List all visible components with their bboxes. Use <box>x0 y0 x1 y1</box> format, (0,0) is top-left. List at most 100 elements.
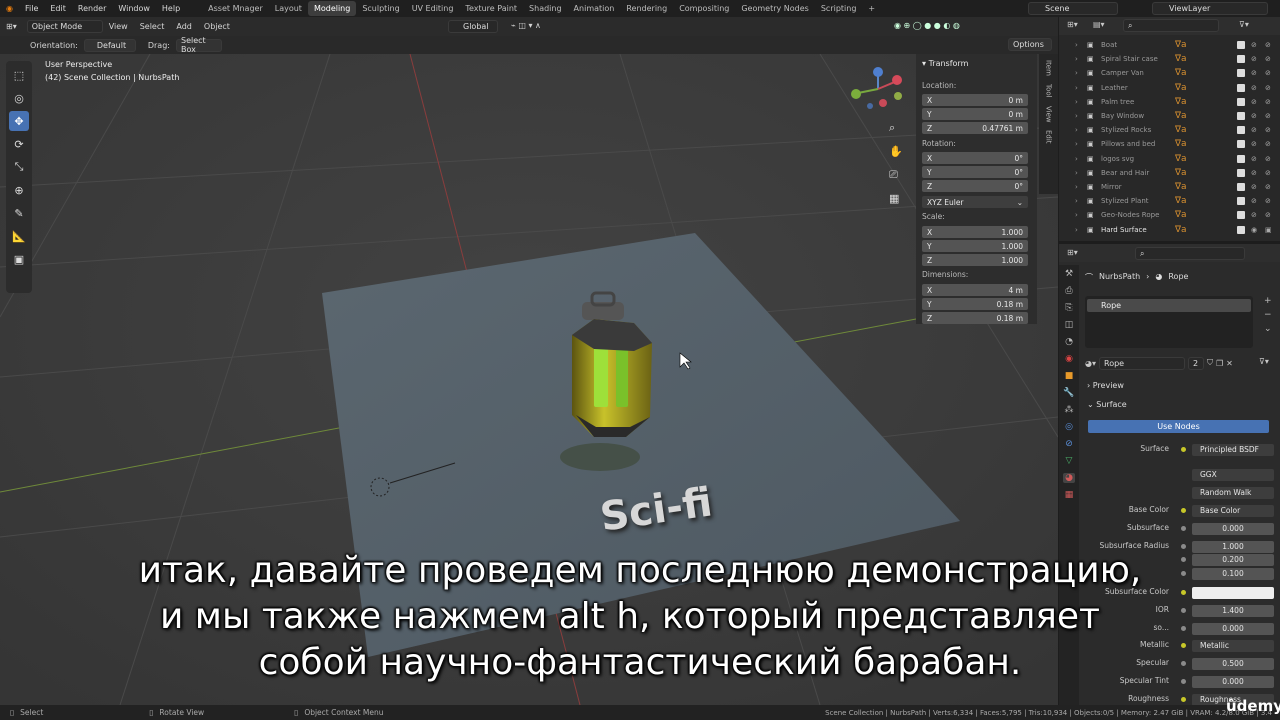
disable-render-icon[interactable]: ⊘ <box>1265 126 1271 134</box>
tab-layout[interactable]: Layout <box>269 1 308 16</box>
dimensions-y-field[interactable]: Y 0.18 m <box>922 298 1028 310</box>
add-slot-icon[interactable]: + <box>1264 296 1272 306</box>
hide-in-viewport-icon[interactable]: ⊘ <box>1251 169 1257 177</box>
measure-tool-icon[interactable]: 📐 <box>9 226 29 246</box>
zoom-icon[interactable]: ⌕ <box>889 121 905 135</box>
disable-render-icon[interactable]: ▣ <box>1265 226 1272 234</box>
expand-arrow-icon[interactable]: › <box>1075 41 1078 49</box>
tab-scripting[interactable]: Scripting <box>815 1 863 16</box>
disable-render-icon[interactable]: ⊘ <box>1265 98 1271 106</box>
tab-tool[interactable]: Tool <box>1045 84 1053 98</box>
close-icon[interactable]: ✕ <box>1226 359 1233 368</box>
add-cube-tool-icon[interactable]: ▣ <box>9 249 29 269</box>
disable-render-icon[interactable]: ⊘ <box>1265 69 1271 77</box>
tab-asset-manager[interactable]: Asset Mnager <box>202 1 269 16</box>
add-workspace-icon[interactable]: + <box>862 1 881 16</box>
expand-arrow-icon[interactable]: › <box>1075 197 1078 205</box>
exclude-checkbox[interactable] <box>1237 41 1245 49</box>
expand-arrow-icon[interactable]: › <box>1075 112 1078 120</box>
location-y-field[interactable]: Y0 m <box>922 108 1028 120</box>
options-button[interactable]: Options <box>1008 38 1052 51</box>
expand-arrow-icon[interactable]: › <box>1075 84 1078 92</box>
menu-edit[interactable]: Edit <box>44 4 72 13</box>
cursor-tool-icon[interactable]: ◎ <box>9 88 29 108</box>
hide-in-viewport-icon[interactable]: ⊘ <box>1251 55 1257 63</box>
remove-slot-icon[interactable]: − <box>1264 310 1272 320</box>
rotation-mode-selector[interactable]: XYZ Euler ⌄ <box>922 196 1028 208</box>
disable-render-icon[interactable]: ⊘ <box>1265 211 1271 219</box>
select-box-tool-icon[interactable]: ⬚ <box>9 65 29 85</box>
hide-in-viewport-icon[interactable]: ⊘ <box>1251 155 1257 163</box>
properties-editor-icon[interactable]: ⊞▾ <box>1067 248 1078 257</box>
exclude-checkbox[interactable] <box>1237 197 1245 206</box>
material-tab-icon[interactable]: ◕ <box>1063 473 1075 483</box>
tab-edit[interactable]: Edit <box>1045 130 1053 144</box>
outliner-row[interactable]: › ▣ Pillows and bed ∇a ⊘ ⊘ <box>1059 137 1280 151</box>
output-tab-icon[interactable]: ⎘ <box>1065 303 1072 313</box>
mode-selector[interactable]: Object Mode <box>26 20 103 33</box>
exclude-checkbox[interactable] <box>1237 211 1245 220</box>
expand-arrow-icon[interactable]: › <box>1075 155 1078 163</box>
tab-item[interactable]: Item <box>1045 60 1053 76</box>
tab-animation[interactable]: Animation <box>568 1 621 16</box>
location-x-field[interactable]: X0 m <box>922 94 1028 106</box>
transform-tool-icon[interactable]: ⊕ <box>9 180 29 200</box>
camera-icon[interactable]: ⎚ <box>889 168 905 182</box>
tab-uv-editing[interactable]: UV Editing <box>406 1 460 16</box>
outliner-row[interactable]: › ▣ Mirror ∇a ⊘ ⊘ <box>1059 180 1280 194</box>
scale-z-field[interactable]: Z 1.000 <box>922 254 1028 266</box>
snap-icon[interactable]: ⌁ ◫ ▾ ∧ <box>505 21 547 30</box>
outliner-row[interactable]: › ▣ Stylized Rocks ∇a ⊘ ⊘ <box>1059 123 1280 137</box>
exclude-checkbox[interactable] <box>1237 97 1245 106</box>
property-link-field[interactable]: Principled BSDF <box>1192 444 1274 456</box>
outliner-row[interactable]: › ▣ Boat ∇a ⊘ ⊘ <box>1059 38 1280 52</box>
hide-in-viewport-icon[interactable]: ⊘ <box>1251 41 1257 49</box>
material-browse-icon[interactable]: ◕▾ <box>1085 359 1096 368</box>
rotate-tool-icon[interactable]: ⟳ <box>9 134 29 154</box>
disable-render-icon[interactable]: ⊘ <box>1265 84 1271 92</box>
chevron-down-icon[interactable]: ⌄ <box>1264 324 1272 334</box>
object-tab-icon[interactable]: ■ <box>1065 371 1074 381</box>
tab-compositing[interactable]: Compositing <box>673 1 735 16</box>
disable-render-icon[interactable]: ⊘ <box>1265 112 1271 120</box>
view-layer-tab-icon[interactable]: ◫ <box>1065 320 1074 330</box>
hide-in-viewport-icon[interactable]: ⊘ <box>1251 211 1257 219</box>
exclude-checkbox[interactable] <box>1237 168 1245 177</box>
pan-hand-icon[interactable]: ✋ <box>889 145 905 158</box>
exclude-checkbox[interactable] <box>1237 112 1245 120</box>
grid-view-icon[interactable]: ▦ <box>889 192 905 205</box>
socket-dot-icon[interactable] <box>1181 526 1186 531</box>
physics-tab-icon[interactable]: ◎ <box>1065 422 1073 432</box>
scale-tool-icon[interactable]: ⤡ <box>9 157 29 177</box>
menu-view[interactable]: View <box>103 22 134 31</box>
tool-tab-icon[interactable]: ⚒ <box>1065 269 1073 279</box>
scale-x-field[interactable]: X 1.000 <box>922 226 1028 238</box>
expand-arrow-icon[interactable]: › <box>1075 226 1078 234</box>
exclude-checkbox[interactable] <box>1237 183 1245 191</box>
socket-dot-icon[interactable] <box>1181 697 1186 702</box>
disable-render-icon[interactable]: ⊘ <box>1265 169 1271 177</box>
data-tab-icon[interactable]: ▽ <box>1066 456 1073 466</box>
rotation-z-field[interactable]: Z 0° <box>922 180 1028 192</box>
rotation-x-field[interactable]: X 0° <box>922 152 1028 164</box>
hide-in-viewport-icon[interactable]: ⊘ <box>1251 112 1257 120</box>
hide-in-viewport-icon[interactable]: ⊘ <box>1251 98 1257 106</box>
dimensions-x-field[interactable]: X4 m <box>922 284 1028 296</box>
hide-in-viewport-icon[interactable]: ◉ <box>1251 226 1257 234</box>
view-layer-selector[interactable]: ViewLayer <box>1152 2 1268 15</box>
expand-arrow-icon[interactable]: › <box>1075 183 1078 191</box>
tab-texture-paint[interactable]: Texture Paint <box>459 1 523 16</box>
exclude-checkbox[interactable] <box>1237 83 1245 92</box>
filter-icon[interactable]: ⊽▾ <box>1239 20 1249 29</box>
menu-object[interactable]: Object <box>198 22 236 31</box>
expand-arrow-icon[interactable]: › <box>1075 98 1078 106</box>
properties-search-input[interactable]: ⌕ <box>1135 247 1245 260</box>
exclude-checkbox[interactable] <box>1237 225 1245 234</box>
constraints-tab-icon[interactable]: ⊘ <box>1065 439 1073 449</box>
outliner-row[interactable]: › ▣ Palm tree ∇a ⊘ ⊘ <box>1059 95 1280 109</box>
dimensions-z-field[interactable]: Z 0.18 m <box>922 312 1028 324</box>
expand-arrow-icon[interactable]: › <box>1075 126 1078 134</box>
rotation-y-field[interactable]: Y 0° <box>922 166 1028 178</box>
material-slot[interactable]: Rope <box>1087 299 1251 312</box>
modifier-tab-icon[interactable]: 🔧 <box>1063 388 1074 398</box>
